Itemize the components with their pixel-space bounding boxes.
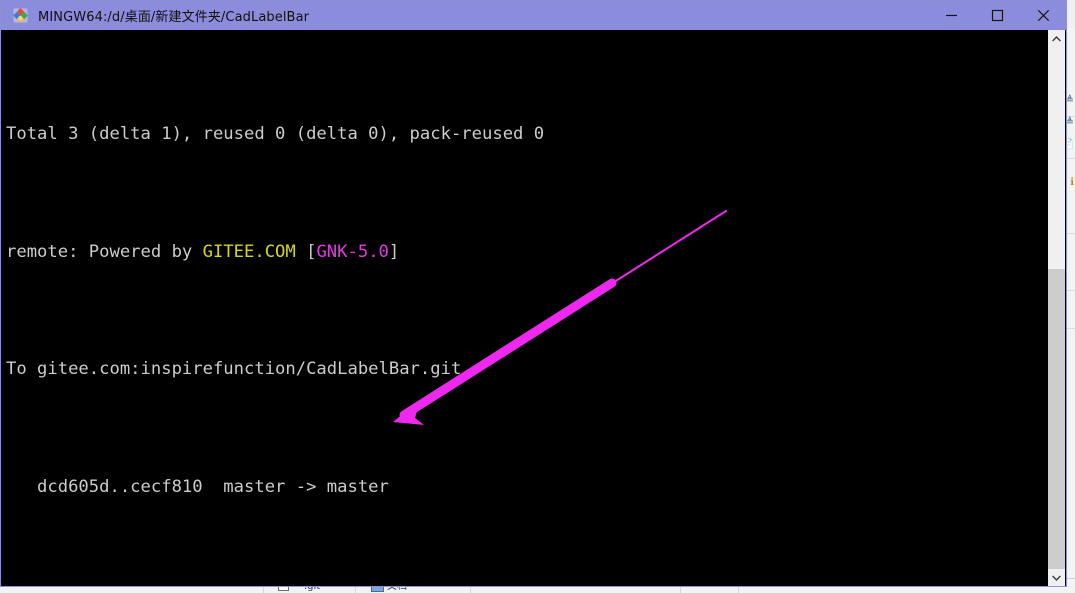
- background-right-item-icon: ℹ: [1070, 177, 1074, 188]
- window-controls: [928, 1, 1066, 30]
- line-remote-gnk: GNK-5.0: [316, 241, 389, 262]
- line-remote-bracket-close: ]: [388, 241, 400, 262]
- minimize-button[interactable]: [928, 1, 974, 30]
- line-to-remote: To gitee.com:inspirefunction/CadLabelBar…: [6, 359, 462, 380]
- terminal-line: dcd605d..cecf810 master -> master: [6, 473, 544, 502]
- maximize-button[interactable]: [974, 1, 1020, 30]
- line-remote-gitee: GITEE.COM: [202, 241, 296, 262]
- line-remote-bracket-open: [: [295, 241, 317, 262]
- terminal-output-area[interactable]: Total 3 (delta 1), reused 0 (delta 0), p…: [2, 30, 1050, 586]
- mingw64-terminal-window: MINGW64:/d/桌面/新建文件夹/CadLabelBar Total 3 …: [0, 0, 1067, 587]
- terminal-line: remote: Powered by GITEE.COM [GNK-5.0]: [6, 238, 544, 267]
- window-titlebar[interactable]: MINGW64:/d/桌面/新建文件夹/CadLabelBar: [1, 1, 1066, 30]
- window-title: MINGW64:/d/桌面/新建文件夹/CadLabelBar: [38, 10, 310, 25]
- line-remote-prefix: remote: Powered by: [6, 241, 203, 262]
- terminal-text: Total 3 (delta 1), reused 0 (delta 0), p…: [6, 32, 544, 586]
- screen-root: e s ≜ ≜ 📄 ℹ .git 文档: [0, 0, 1075, 593]
- scroll-down-arrow-icon[interactable]: [1048, 569, 1065, 586]
- scroll-up-arrow-icon[interactable]: [1048, 30, 1065, 47]
- terminal-line: To gitee.com:inspirefunction/CadLabelBar…: [6, 355, 544, 384]
- line-push-total: Total 3 (delta 1), reused 0 (delta 0), p…: [6, 124, 545, 145]
- terminal-line: Total 3 (delta 1), reused 0 (delta 0), p…: [6, 120, 544, 149]
- scrollbar-thumb[interactable]: [1048, 269, 1065, 569]
- close-button[interactable]: [1020, 1, 1066, 30]
- terminal-scrollbar[interactable]: [1047, 30, 1065, 586]
- git-bash-icon: [12, 7, 29, 24]
- line-refs-update: dcd605d..cecf810 master -> master: [6, 477, 389, 498]
